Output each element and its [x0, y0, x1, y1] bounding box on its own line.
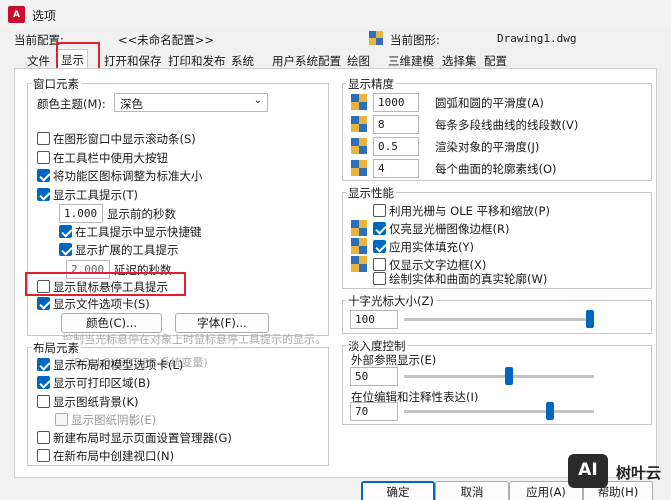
inplace-fade-slider-thumb[interactable]	[545, 402, 554, 420]
create-viewport-label: 在新布局中创建视口(N)	[53, 449, 175, 463]
printable-area-label: 显示可打印区域(B)	[53, 376, 151, 390]
rollover-tooltip-text: 控制当光标悬停在对象上时鼠标悬停工具提示的显示。	[62, 333, 326, 346]
display-resolution-title: 显示精度	[346, 76, 396, 92]
file-tabs-checkbox[interactable]	[37, 297, 50, 310]
brand-watermark: AI 树叶云	[566, 452, 666, 492]
solid-fill-label: 应用实体填充(Y)	[389, 240, 474, 254]
paper-shadow-checkbox[interactable]	[55, 413, 68, 426]
layout-model-tabs-label: 显示布局和模型选项卡(L)	[53, 358, 184, 372]
layout-model-tabs-checkbox[interactable]	[37, 358, 50, 371]
show-tooltips-checkbox[interactable]	[37, 188, 50, 201]
window-title: 选项	[32, 9, 57, 23]
raster-frame-label: 仅亮显光栅图像边框(R)	[389, 222, 510, 236]
xref-fade-label: 外部参照显示(E)	[351, 353, 437, 367]
ribbon-icons-checkbox[interactable]	[37, 169, 50, 182]
paper-background-label: 显示图纸背景(K)	[53, 395, 139, 409]
current-profile-value: <<未命名配置>>	[118, 33, 215, 47]
show-tooltips-label: 显示工具提示(T)	[53, 188, 138, 202]
brand-name: 树叶云	[616, 464, 662, 482]
crosshair-title: 十字光标大小(Z)	[346, 293, 436, 309]
xref-fade-slider-track[interactable]	[404, 375, 594, 378]
paper-background-checkbox[interactable]	[37, 395, 50, 408]
shortcut-keys-label: 在工具提示中显示快捷键	[75, 225, 202, 239]
create-viewport-checkbox[interactable]	[37, 449, 50, 462]
cancel-button[interactable]: 取消	[435, 481, 509, 500]
layout-elements-title: 布局元素	[31, 340, 81, 356]
contour-lines-label: 每个曲面的轮廓素线(O)	[435, 162, 557, 176]
scrollbars-label: 在图形窗口中显示滚动条(S)	[53, 132, 196, 146]
shortcut-keys-checkbox[interactable]	[59, 225, 72, 238]
tooltip-delay-input[interactable]: 1.000	[59, 204, 103, 223]
silhouettes-checkbox[interactable]	[373, 272, 386, 285]
color-theme-select[interactable]: 深色 ⌄	[114, 93, 268, 112]
scrollbars-checkbox[interactable]	[37, 132, 50, 145]
text-frame-checkbox[interactable]	[373, 258, 386, 271]
ok-button[interactable]: 确定	[361, 481, 435, 500]
render-smoothness-input[interactable]: 0.5	[373, 137, 419, 156]
silhouettes-label: 绘制实体和曲面的真实轮廓(W)	[389, 272, 548, 286]
extended-delay-label: 延迟的秒数	[114, 263, 172, 277]
performance-icon	[351, 220, 367, 236]
rollover-tooltips-label: 显示鼠标悬停工具提示	[53, 280, 168, 294]
performance-icon	[351, 238, 367, 254]
current-drawing-label: 当前图形:	[390, 33, 440, 47]
brand-logo: AI	[568, 454, 608, 488]
arc-smoothness-label: 圆弧和圆的平滑度(A)	[435, 96, 544, 110]
extended-tooltips-label: 显示扩展的工具提示	[75, 243, 179, 257]
polyline-segments-label: 每条多段线曲线的线段数(V)	[435, 118, 579, 132]
contour-lines-input[interactable]: 4	[373, 159, 419, 178]
extended-delay-input[interactable]: 2.000	[66, 260, 110, 279]
crosshair-size-input[interactable]: 100	[350, 310, 398, 329]
printable-area-checkbox[interactable]	[37, 376, 50, 389]
inplace-fade-slider-track[interactable]	[404, 410, 594, 413]
crosshair-slider-track[interactable]	[404, 318, 594, 321]
large-buttons-checkbox[interactable]	[37, 151, 50, 164]
solid-fill-checkbox[interactable]	[373, 240, 386, 253]
current-profile-label: 当前配置:	[14, 33, 64, 47]
raster-ole-checkbox[interactable]	[373, 204, 386, 217]
current-drawing-value: Drawing1.dwg	[497, 32, 577, 45]
color-theme-label: 颜色主题(M):	[37, 97, 106, 111]
crosshair-slider-thumb[interactable]	[586, 310, 594, 328]
large-buttons-label: 在工具栏中使用大按钮	[53, 151, 168, 165]
raster-ole-label: 利用光栅与 OLE 平移和缩放(P)	[389, 204, 550, 218]
paper-shadow-label: 显示图纸阴影(E)	[71, 413, 157, 427]
drawing-icon	[369, 31, 383, 45]
ribbon-icons-label: 将功能区图标调整为标准大小	[53, 169, 203, 183]
page-setup-manager-label: 新建布局时显示页面设置管理器(G)	[53, 431, 232, 445]
resolution-icon	[351, 94, 367, 110]
file-tabs-label: 显示文件选项卡(S)	[53, 297, 150, 311]
tooltip-delay-label: 显示前的秒数	[107, 207, 176, 221]
autocad-app-icon: A	[8, 6, 25, 23]
arc-smoothness-input[interactable]: 1000	[373, 93, 419, 112]
xref-fade-input[interactable]: 50	[350, 367, 398, 386]
rollover-tooltips-checkbox[interactable]	[37, 280, 50, 293]
colors-button[interactable]: 颜色(C)...	[61, 313, 162, 333]
render-smoothness-label: 渲染对象的平滑度(J)	[435, 140, 540, 154]
color-theme-value: 深色	[120, 97, 143, 111]
resolution-icon	[351, 160, 367, 176]
window-elements-title: 窗口元素	[31, 76, 81, 92]
resolution-icon	[351, 138, 367, 154]
display-performance-title: 显示性能	[346, 185, 396, 201]
chevron-down-icon: ⌄	[253, 95, 262, 106]
polyline-segments-input[interactable]: 8	[373, 115, 419, 134]
xref-fade-slider-thumb[interactable]	[505, 367, 514, 385]
performance-icon	[351, 256, 367, 272]
inplace-fade-input[interactable]: 70	[350, 402, 398, 421]
extended-tooltips-checkbox[interactable]	[59, 243, 72, 256]
title-bar: A 选项	[0, 0, 671, 28]
raster-frame-checkbox[interactable]	[373, 222, 386, 235]
resolution-icon	[351, 116, 367, 132]
page-setup-manager-checkbox[interactable]	[37, 431, 50, 444]
fonts-button[interactable]: 字体(F)...	[175, 313, 269, 333]
